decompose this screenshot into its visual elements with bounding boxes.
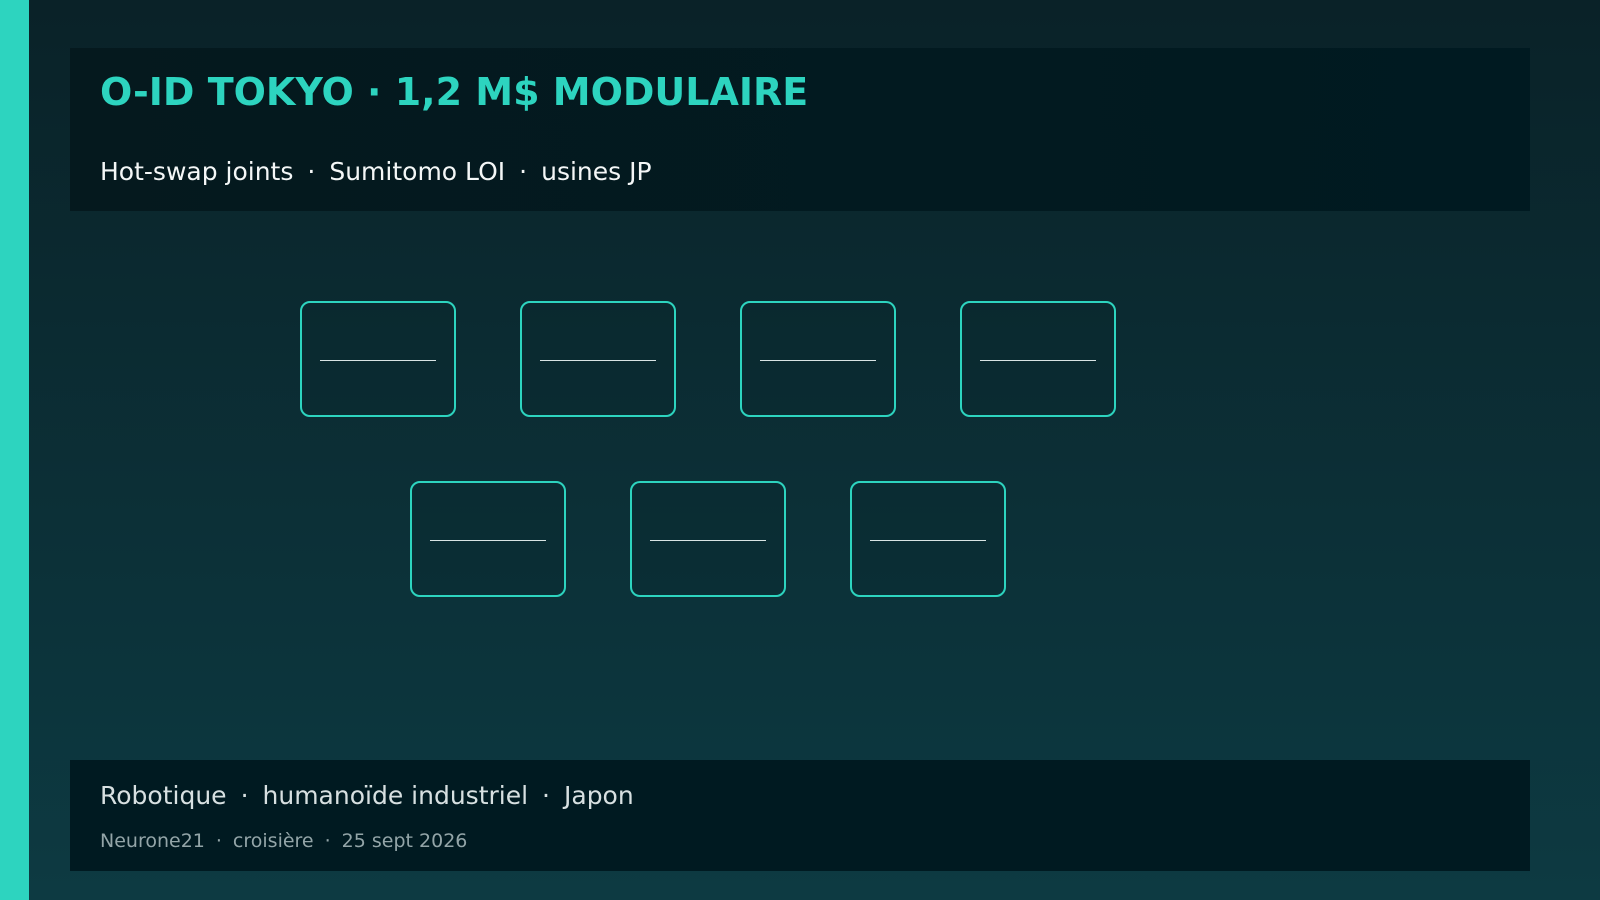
subtitle: Hot-swap joints · Sumitomo LOI · usines JP: [100, 154, 652, 190]
footer-tag-robotique: Robotique: [100, 781, 227, 810]
module-card: [960, 301, 1116, 417]
module-placeholder-line: [870, 540, 986, 541]
module-card: [410, 481, 566, 597]
footer-date: 25 sept 2026: [341, 830, 468, 852]
module-card: [850, 481, 1006, 597]
subtitle-item-sumitomo: Sumitomo LOI: [329, 157, 506, 186]
header-panel: O-ID TOKYO · 1,2 M$ MODULAIRE Hot-swap j…: [70, 48, 1530, 211]
module-card: [630, 481, 786, 597]
footer-separator: ·: [240, 781, 249, 810]
footer-separator: ·: [215, 830, 222, 852]
module-placeholder-line: [320, 360, 436, 361]
module-placeholder-line: [540, 360, 656, 361]
footer-tag-japon: Japon: [564, 781, 634, 810]
module-placeholder-line: [760, 360, 876, 361]
footer-tags: Robotique · humanoïde industriel · Japon: [100, 779, 634, 813]
subtitle-item-usines: usines JP: [541, 157, 652, 186]
module-card: [740, 301, 896, 417]
footer-meta: Neurone21 · croisière · 25 sept 2026: [100, 828, 467, 854]
footer-separator: ·: [324, 830, 331, 852]
footer-author: Neurone21: [100, 830, 205, 852]
module-placeholder-line: [430, 540, 546, 541]
footer-tag-humanoide: humanoïde industriel: [262, 781, 529, 810]
page-title: O-ID TOKYO · 1,2 M$ MODULAIRE: [100, 70, 809, 114]
subtitle-separator: ·: [307, 157, 316, 186]
accent-bar: [0, 0, 29, 900]
subtitle-separator: ·: [519, 157, 528, 186]
subtitle-item-hot-swap: Hot-swap joints: [100, 157, 294, 186]
module-card: [520, 301, 676, 417]
module-placeholder-line: [980, 360, 1096, 361]
footer-separator: ·: [542, 781, 550, 810]
footer-panel: Robotique · humanoïde industriel · Japon Neu…: [70, 760, 1530, 871]
module-card: [300, 301, 456, 417]
footer-mode: croisière: [232, 830, 314, 852]
module-placeholder-line: [650, 540, 766, 541]
